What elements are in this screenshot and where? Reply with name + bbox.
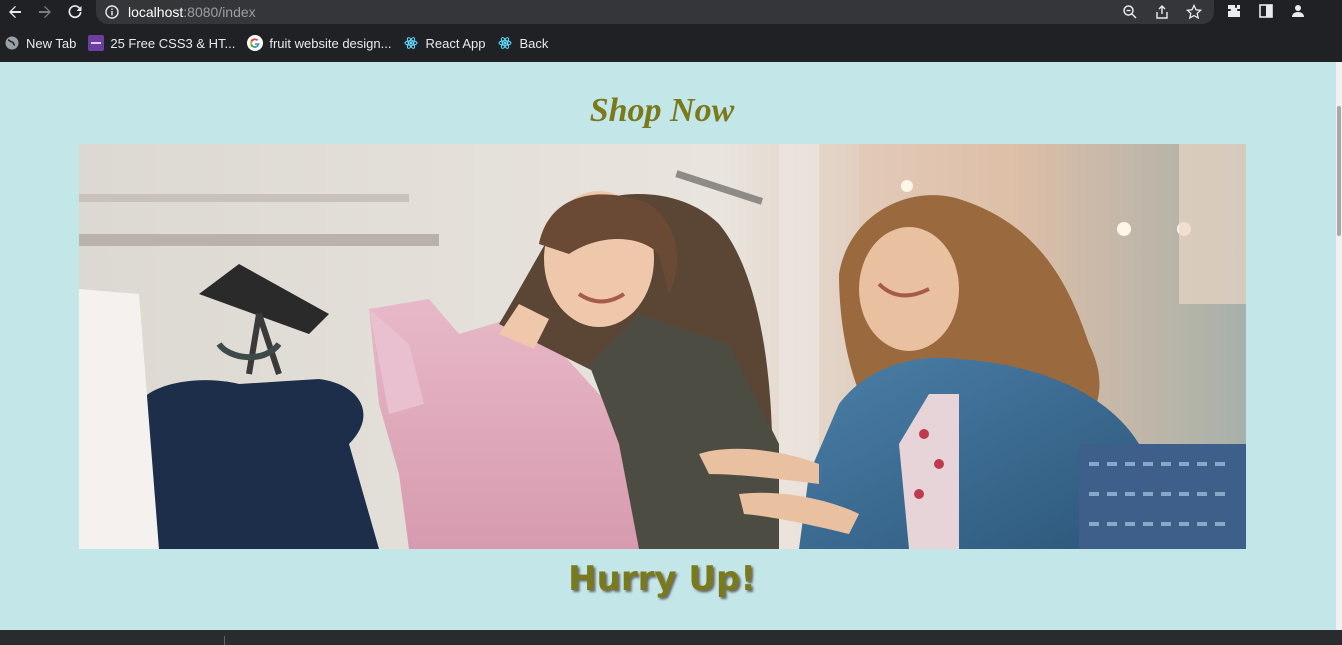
forward-arrow-icon[interactable] xyxy=(30,1,60,23)
bookmark-react-app[interactable]: React App xyxy=(403,35,485,51)
url-text: localhost:8080/index xyxy=(128,4,256,20)
bookmark-label: 25 Free CSS3 & HT... xyxy=(110,35,236,51)
reload-icon[interactable] xyxy=(60,1,90,23)
bookmark-colorlib[interactable]: 25 Free CSS3 & HT... xyxy=(88,35,235,51)
address-bar[interactable]: localhost:8080/index xyxy=(96,0,1214,24)
react-icon xyxy=(497,35,514,51)
shopping-photo-illustration xyxy=(79,144,1246,549)
globe-icon xyxy=(4,35,20,51)
bookmark-new-tab[interactable]: New Tab xyxy=(4,35,76,51)
browser-chrome: localhost:8080/index New Tab 25 Free CSS… xyxy=(0,0,1342,62)
profile-icon[interactable] xyxy=(1288,1,1308,21)
site-info-icon[interactable] xyxy=(96,5,128,19)
omnibox-actions xyxy=(1120,2,1204,22)
bottom-divider xyxy=(224,636,225,645)
bookmark-label: New Tab xyxy=(26,35,77,51)
colorlib-icon xyxy=(88,35,105,51)
share-icon[interactable] xyxy=(1152,2,1172,22)
url-path: :8080/index xyxy=(183,4,256,20)
bookmark-fruit-website[interactable]: fruit website design... xyxy=(247,35,391,51)
extension-area xyxy=(1224,1,1308,21)
bookmark-label: Back xyxy=(519,35,549,51)
hero-image xyxy=(79,144,1246,549)
bookmark-star-icon[interactable] xyxy=(1184,2,1204,22)
bookmark-label: fruit website design... xyxy=(269,35,392,51)
puzzle-icon[interactable] xyxy=(1224,1,1244,21)
scroll-thumb[interactable] xyxy=(1337,106,1341,236)
react-icon xyxy=(403,35,420,51)
url-host: localhost xyxy=(128,4,184,20)
back-arrow-icon[interactable] xyxy=(0,1,30,23)
page-title: Shop Now xyxy=(589,92,735,129)
zoom-icon[interactable] xyxy=(1120,2,1140,22)
bookmark-back[interactable]: Back xyxy=(497,35,548,51)
side-panel-icon[interactable] xyxy=(1256,1,1276,21)
hurry-up-tagline: Hurry Up! xyxy=(568,559,756,599)
page-scrollbar[interactable] xyxy=(1336,62,1342,630)
bookmarks-bar: New Tab 25 Free CSS3 & HT... fruit websi… xyxy=(0,32,556,54)
bookmark-label: React App xyxy=(425,35,486,51)
page-content: Shop Now Hurry Up! xyxy=(0,62,1336,630)
bottom-bar xyxy=(0,630,1342,645)
google-icon xyxy=(247,35,264,51)
